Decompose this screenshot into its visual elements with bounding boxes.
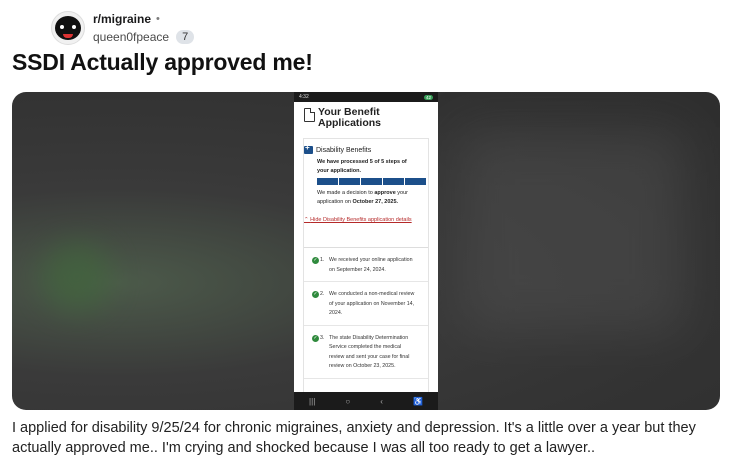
benefit-heading: Disability Benefits: [304, 139, 428, 154]
post-body: I applied for disability 9/25/24 for chr…: [12, 420, 696, 456]
recent-apps-icon: |||: [309, 396, 316, 406]
phone-nav-bar: ||| ○ ‹ ♿: [294, 392, 438, 410]
phone-screenshot: 4:32 42 Your Benefit Applications Disabi…: [294, 92, 438, 410]
progress-segment: [405, 178, 426, 185]
check-icon: ✓: [312, 257, 319, 264]
benefit-card: Disability Benefits We have processed 5 …: [303, 138, 429, 403]
decision-text: We made a decision to approve your appli…: [317, 190, 409, 205]
back-icon: ‹: [380, 396, 383, 406]
user-flair-badge: 7: [176, 29, 195, 44]
progress-bar: [304, 176, 428, 185]
list-item: ✓ 3. The state Disability Determination …: [304, 326, 428, 379]
steps-list: ✓ 1. We received your online application…: [304, 247, 428, 379]
home-icon: ○: [345, 396, 351, 406]
post-image[interactable]: 4:32 42 Your Benefit Applications Disabi…: [12, 92, 720, 410]
document-icon: [304, 108, 315, 122]
separator-dot: •: [156, 12, 160, 25]
status-time: 4:32: [299, 94, 309, 100]
medical-icon: [304, 143, 313, 154]
progress-segment: [361, 178, 382, 185]
app-header: Your Benefit Applications: [294, 102, 438, 129]
progress-segment: [383, 178, 404, 185]
check-icon: ✓: [312, 291, 319, 298]
app-title: Your Benefit Applications: [318, 106, 382, 129]
decision-word: approve: [374, 190, 396, 196]
username-link[interactable]: queen0fpeace: [93, 30, 169, 44]
blurred-background: [42, 242, 112, 312]
hide-details-link: ⌃ Hide Disability Benefits application d…: [304, 217, 412, 223]
progress-segment: [317, 178, 338, 185]
list-item: ✓ 2. We conducted a non-medical review o…: [304, 282, 428, 326]
list-item: ✓ 1. We received your online application…: [304, 248, 428, 282]
check-icon: ✓: [312, 334, 319, 342]
progress-segment: [339, 178, 360, 185]
subreddit-link[interactable]: r/migraine: [93, 12, 151, 26]
post-title[interactable]: SSDI Actually approved me!: [12, 49, 313, 76]
post-meta: r/migraine • queen0fpeace 7: [93, 11, 195, 46]
benefit-label: Disability Benefits: [316, 146, 372, 154]
post-header: r/migraine • queen0fpeace 7: [51, 11, 195, 46]
processed-text: We have processed 5 of 5 steps of your a…: [317, 159, 407, 174]
decision-date: October 27, 2025.: [352, 199, 399, 205]
phone-status-bar: 4:32 42: [294, 92, 438, 102]
accessibility-icon: ♿: [412, 396, 423, 406]
subreddit-avatar[interactable]: [51, 11, 85, 45]
battery-icon: 42: [423, 94, 433, 100]
